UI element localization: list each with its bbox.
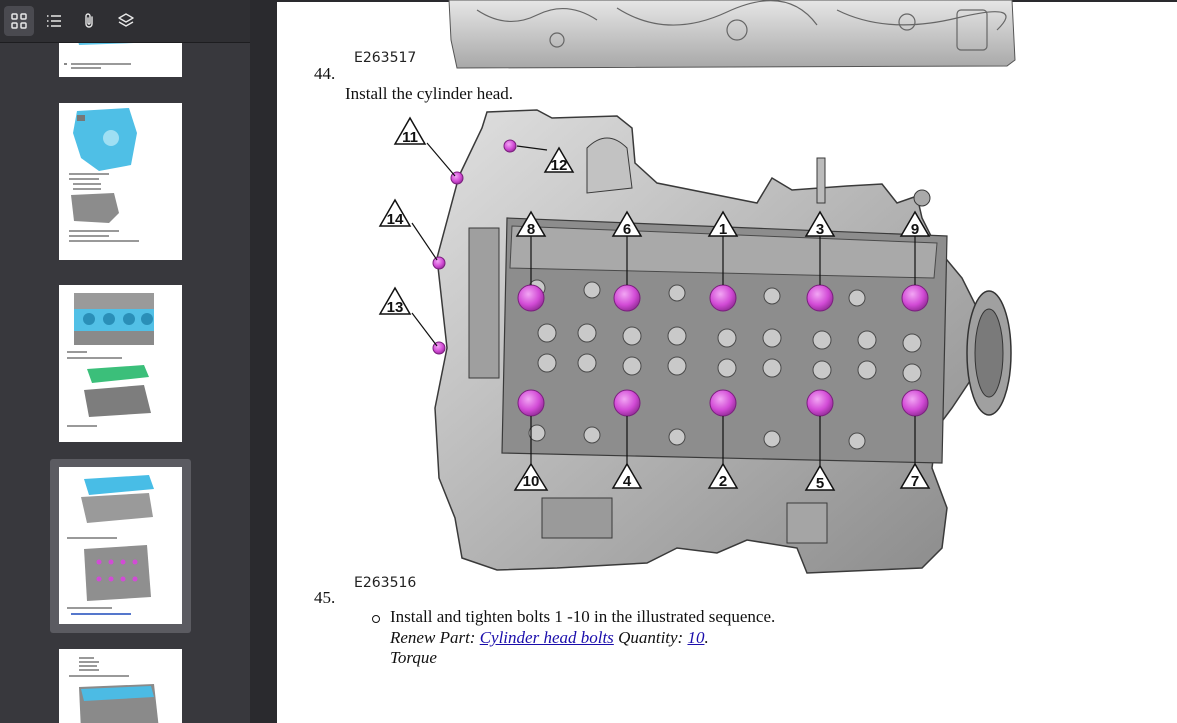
grid-icon <box>11 13 27 29</box>
svg-text:4: 4 <box>623 473 632 490</box>
sidebar-toolbar <box>0 0 250 43</box>
bolt-marker <box>613 284 641 312</box>
svg-text:14: 14 <box>387 211 404 228</box>
page-thumbnail-current[interactable] <box>59 467 182 624</box>
bolt-marker <box>806 389 834 417</box>
bolt-marker <box>517 284 545 312</box>
bolt-marker <box>709 389 737 417</box>
thumbnails-view-button[interactable] <box>4 6 34 36</box>
svg-text:6: 6 <box>623 221 631 238</box>
thumbnail-list[interactable] <box>0 43 250 723</box>
svg-text:8: 8 <box>527 221 535 238</box>
bolt-marker <box>709 284 737 312</box>
quantity-link[interactable]: 10 <box>687 628 704 647</box>
page-thumbnail[interactable] <box>59 43 182 77</box>
svg-text:10: 10 <box>523 473 540 490</box>
list-bullet <box>372 615 380 623</box>
svg-text:1: 1 <box>719 221 727 238</box>
layers-view-button[interactable] <box>111 6 141 36</box>
svg-text:3: 3 <box>816 221 824 238</box>
paperclip-icon <box>85 13 93 28</box>
quantity-label: Quantity: <box>618 628 684 647</box>
bolt-marker <box>901 284 929 312</box>
outline-view-button[interactable] <box>39 6 69 36</box>
page-thumbnail[interactable] <box>59 103 182 260</box>
engine-figure-previous <box>448 0 1016 69</box>
svg-text:2: 2 <box>719 473 727 490</box>
renew-part-label: Renew Part: <box>390 628 476 647</box>
svg-text:13: 13 <box>387 299 404 316</box>
svg-text:9: 9 <box>911 221 919 238</box>
step-instruction: Install and tighten bolts 1 -10 in the i… <box>390 607 776 626</box>
callout-11: 11 <box>393 116 427 146</box>
figure-code: E263517 <box>354 50 417 66</box>
page-thumbnail[interactable] <box>59 285 182 442</box>
bolt-marker <box>503 139 517 153</box>
torque-label: Torque <box>390 648 437 667</box>
document-page[interactable]: E263517 44. Install the cylinder head. 8… <box>277 0 1177 723</box>
bolt-marker <box>432 256 446 270</box>
figure-code: E263516 <box>354 575 417 591</box>
bolt-marker <box>901 389 929 417</box>
renew-part-line: Renew Part: Cylinder head bolts Quantity… <box>390 628 709 648</box>
cylinder-head-bolt-sequence-diagram: 8 6 1 3 9 10 4 2 5 7 11 12 14 13 <box>378 109 1012 574</box>
attachments-view-button[interactable] <box>75 6 105 36</box>
svg-text:7: 7 <box>911 473 919 490</box>
svg-text:12: 12 <box>551 157 568 174</box>
bolt-marker <box>517 389 545 417</box>
sentence-period: . <box>704 628 709 647</box>
svg-text:11: 11 <box>402 129 418 146</box>
callout-13: 13 <box>378 286 412 316</box>
svg-text:5: 5 <box>816 475 824 492</box>
step-text: Install the cylinder head. <box>345 84 514 103</box>
step-number: 44. <box>314 64 336 83</box>
step-number: 45. <box>314 588 336 607</box>
callout-14: 14 <box>378 198 412 228</box>
list-icon <box>47 15 61 27</box>
layers-icon <box>118 13 134 27</box>
page-thumbnail[interactable] <box>59 649 182 723</box>
cylinder-head-bolts-link[interactable]: Cylinder head bolts <box>480 628 614 647</box>
bolt-marker <box>806 284 834 312</box>
viewer-gutter <box>250 0 277 723</box>
bolt-marker <box>613 389 641 417</box>
thumbnail-sidebar <box>0 0 250 723</box>
